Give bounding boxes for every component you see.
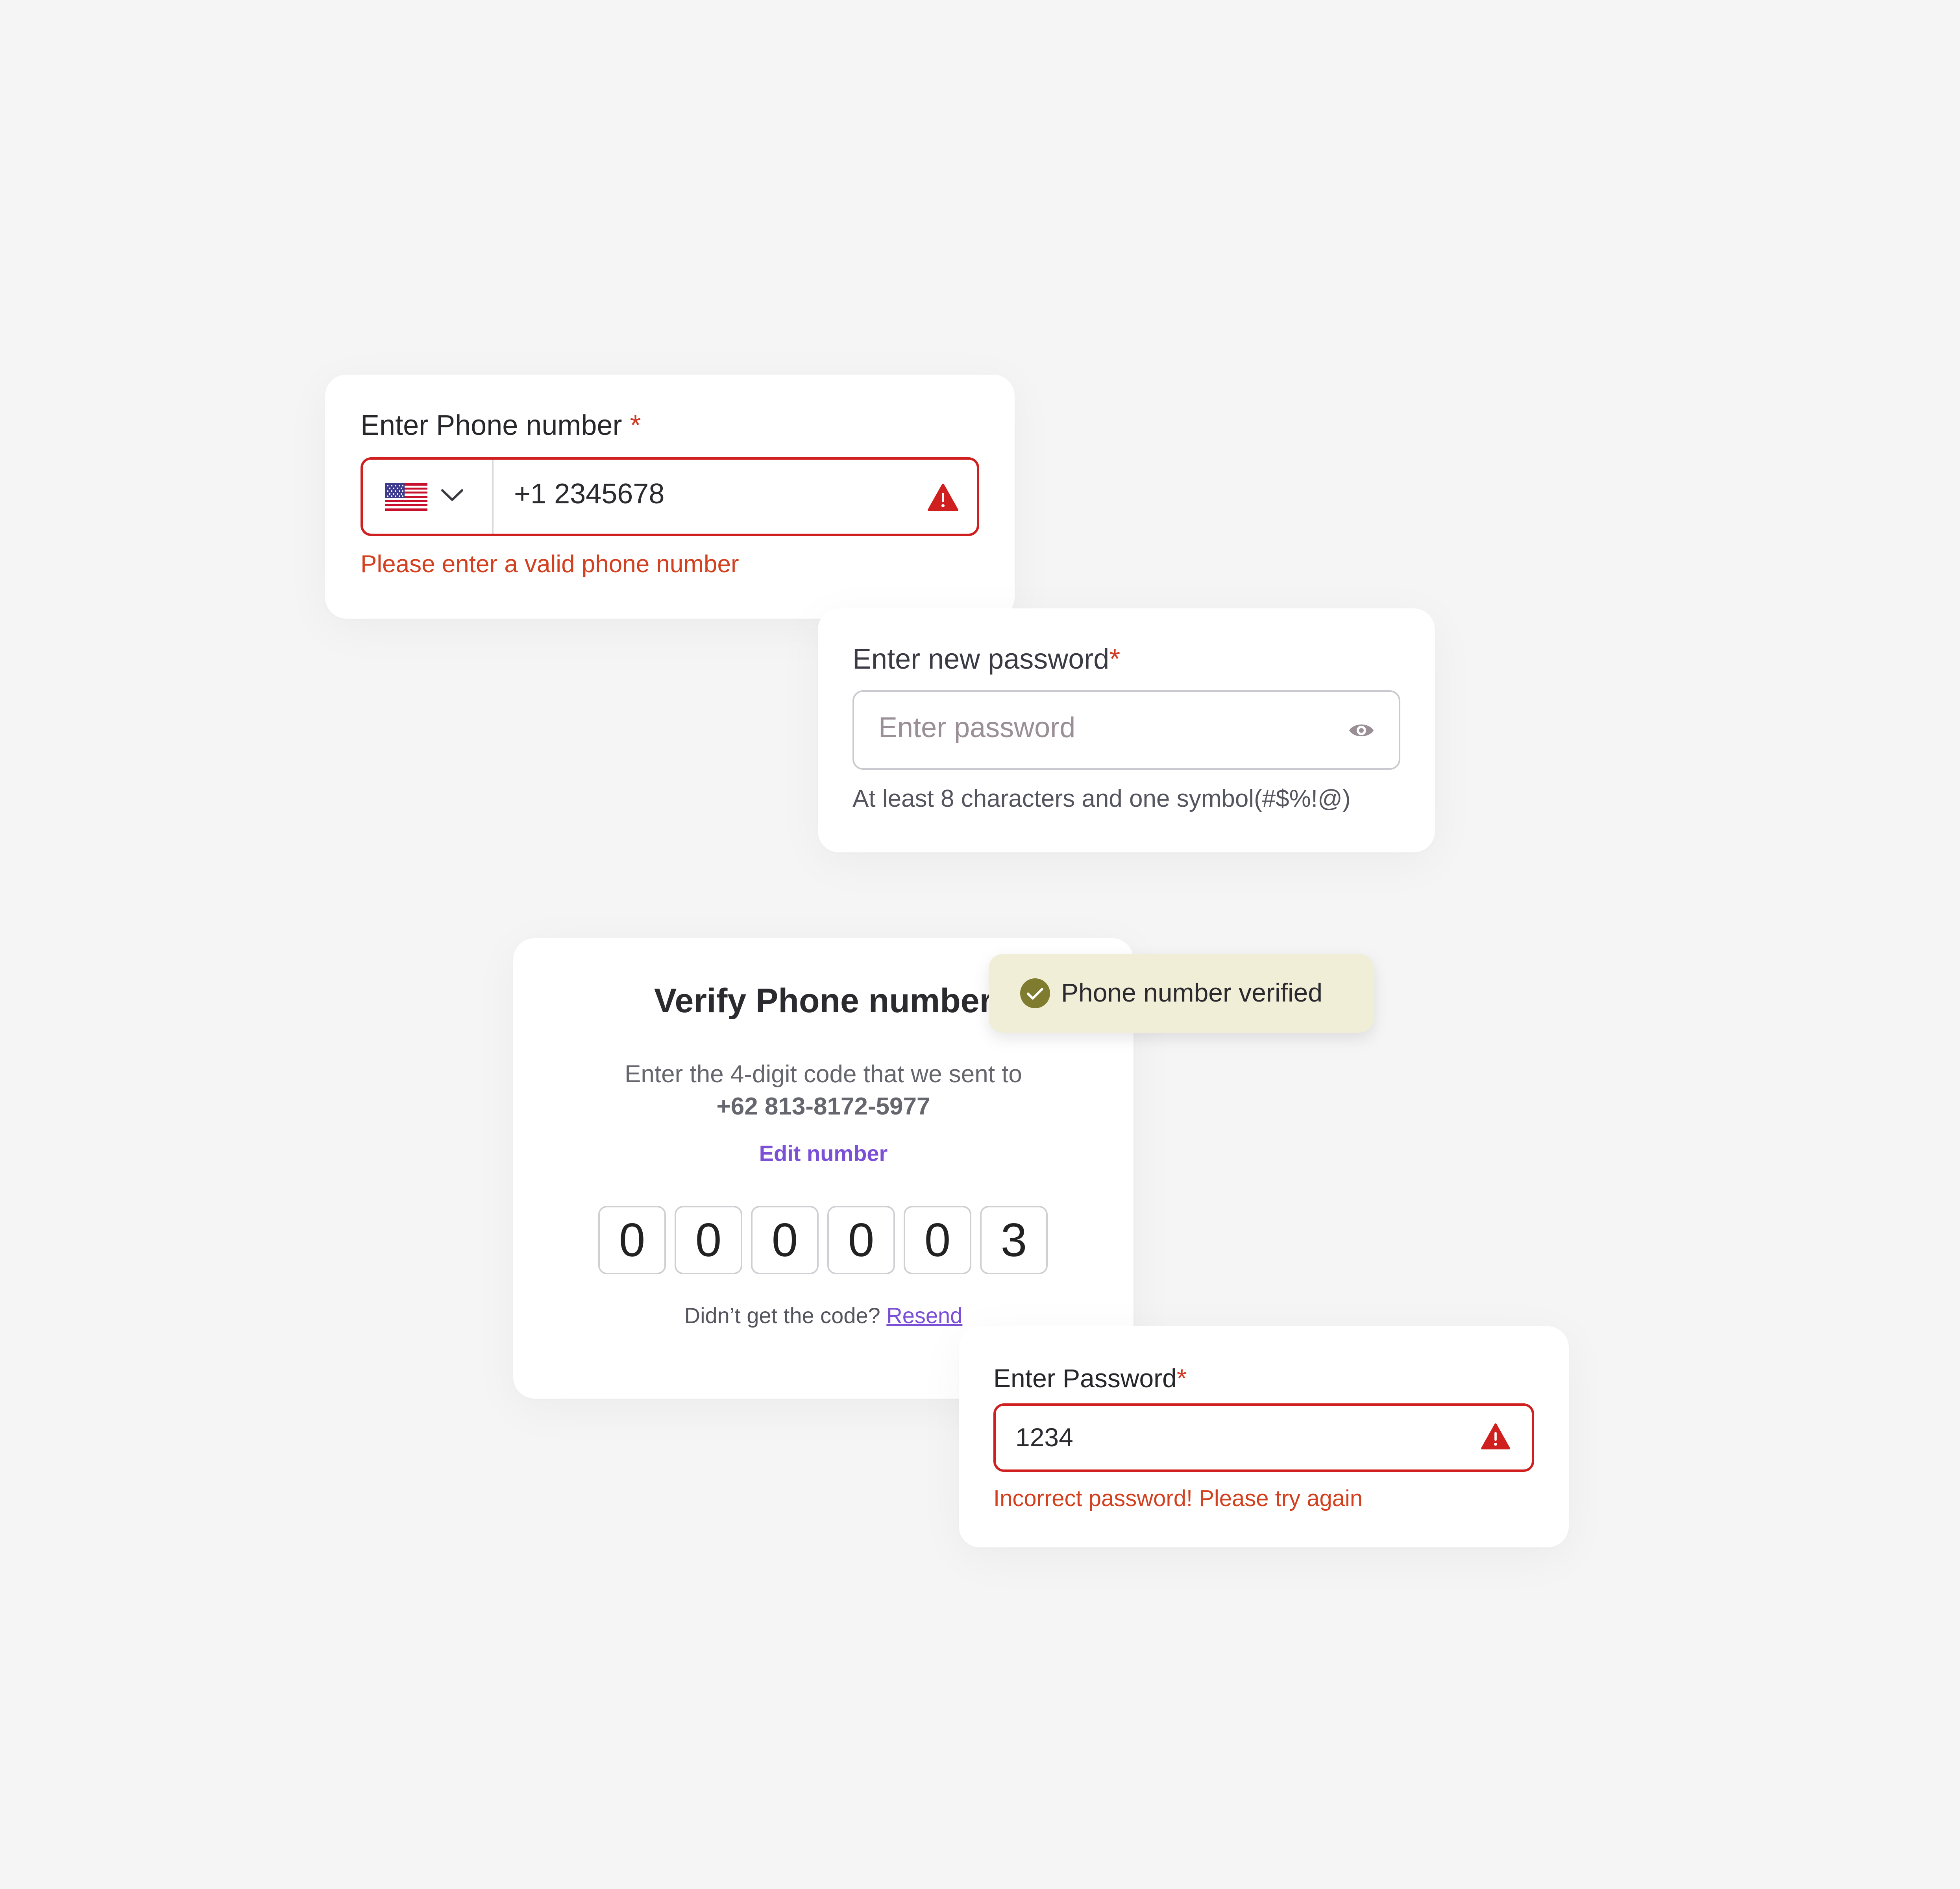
chevron-down-icon[interactable] xyxy=(440,486,464,504)
us-flag-icon xyxy=(385,483,427,511)
password-input-field xyxy=(993,1403,1534,1472)
password-label: Enter Password* xyxy=(993,1364,1187,1393)
otp-digit-box[interactable]: 3 xyxy=(980,1206,1048,1274)
country-selector[interactable] xyxy=(363,460,494,534)
resend-link[interactable]: Resend xyxy=(886,1303,962,1328)
otp-digit-box[interactable]: 0 xyxy=(827,1206,895,1274)
resend-row: Didn’t get the code? Resend xyxy=(513,1303,1133,1328)
warning-icon xyxy=(1481,1423,1510,1450)
otp-digit-box[interactable]: 0 xyxy=(904,1206,971,1274)
check-circle-icon xyxy=(1020,978,1050,1008)
toast-message: Phone number verified xyxy=(1061,978,1323,1007)
new-password-placeholder: Enter password xyxy=(878,712,1076,743)
phone-error-message: Please enter a valid phone number xyxy=(361,551,739,578)
phone-number-input[interactable]: +1 2345678 xyxy=(514,478,664,510)
edit-number-link[interactable]: Edit number xyxy=(513,1140,1133,1166)
password-input[interactable]: 1234 xyxy=(1015,1422,1073,1452)
otp-digit-box[interactable]: 0 xyxy=(598,1206,666,1274)
phone-number-label: Enter Phone number * xyxy=(361,410,641,441)
otp-digit-box[interactable]: 0 xyxy=(675,1206,742,1274)
eye-icon[interactable] xyxy=(1348,719,1375,741)
new-password-label: Enter new password* xyxy=(852,643,1121,675)
password-error-message: Incorrect password! Please try again xyxy=(993,1486,1363,1511)
otp-digit-box[interactable]: 0 xyxy=(751,1206,819,1274)
verify-description: Enter the 4-digit code that we sent to xyxy=(625,1061,1022,1088)
warning-icon xyxy=(928,484,958,511)
password-hint: At least 8 characters and one symbol(#$%… xyxy=(852,785,1351,812)
verify-phone-number: +62 813-8172-5977 xyxy=(716,1093,930,1120)
resend-prompt: Didn’t get the code? xyxy=(684,1303,880,1328)
